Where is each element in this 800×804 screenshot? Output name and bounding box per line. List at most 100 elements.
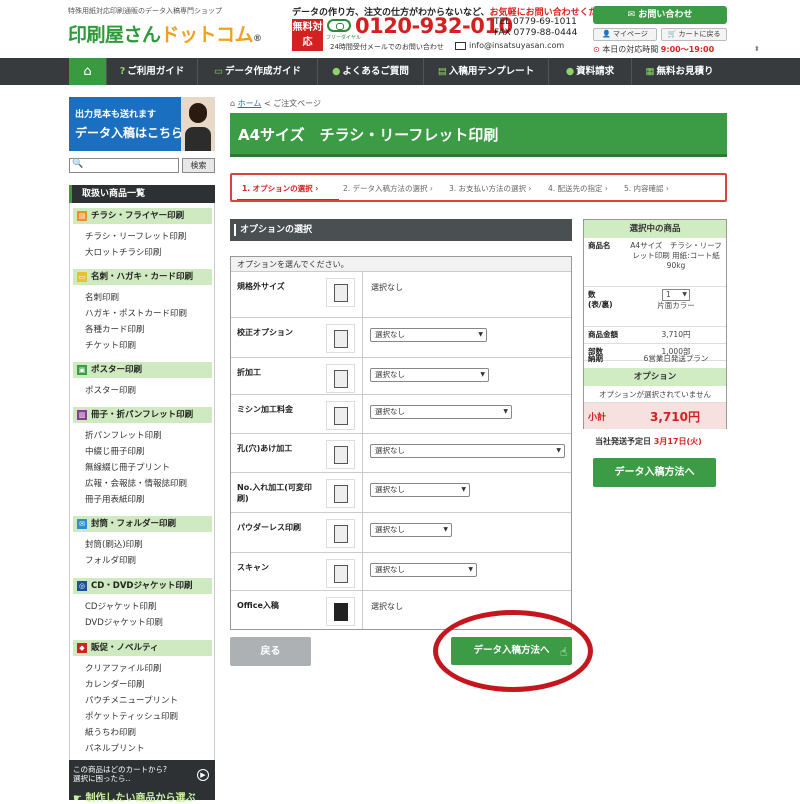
calculator-icon: ▦ xyxy=(645,66,655,77)
data-upload-banner[interactable]: 出力見本も送れます データ入稿はこちら xyxy=(69,97,215,151)
proof-icon xyxy=(326,324,355,353)
contact-email[interactable]: info@insatsuyasan.com xyxy=(469,41,564,50)
nav-faq[interactable]: ● よくあるご質問 xyxy=(317,58,423,85)
sidebar-item-cd-jacket[interactable]: CDジャケット印刷 xyxy=(76,600,157,612)
step-5: 5. 内容確認 › xyxy=(624,184,669,193)
back-button[interactable]: 戻る xyxy=(230,637,311,666)
hole-punch-select[interactable]: 選択なし xyxy=(370,444,565,458)
powderless-icon xyxy=(326,519,355,548)
reception-note: 24時間受付メールでのお問い合わせ xyxy=(330,43,444,51)
sidebar-item-folder[interactable]: フォルダ印刷 xyxy=(76,554,136,566)
scroll-toggle-icon[interactable]: ⬍ xyxy=(754,45,760,53)
sidebar-item-saddle-stitch[interactable]: 中綴じ冊子印刷 xyxy=(76,445,145,457)
sidebar-item-uchiwa[interactable]: 紙うちわ印刷 xyxy=(76,726,136,738)
bag-icon: ● xyxy=(565,66,575,77)
sidebar-item-poster[interactable]: ポスター印刷 xyxy=(76,384,136,396)
sidebar-item-panel[interactable]: パネルプリント xyxy=(76,742,145,754)
option-row: 規格外サイズ 選択なし xyxy=(231,272,571,318)
sidebar-item-cover[interactable]: 冊子用表紙印刷 xyxy=(76,493,145,505)
question-icon: ? xyxy=(119,66,126,77)
sidebar-item-calendar[interactable]: カレンダー印刷 xyxy=(76,678,145,690)
category-envelope[interactable]: ✉ 封筒・フォルダー印刷 xyxy=(73,516,212,532)
product-finder-banner[interactable]: この商品はどのカートから? 選択に困ったら‥ ▶ ☛ 制作したい商品から選ぶ xyxy=(69,760,215,804)
search-button[interactable]: 検索 xyxy=(182,158,215,173)
category-cd-dvd[interactable]: ◎ CD・DVDジャケット印刷 xyxy=(73,578,212,594)
sidebar-item-business-card[interactable]: 名刺印刷 xyxy=(76,291,119,303)
sidebar-item-pouch-menu[interactable]: パウチメニュープリント xyxy=(76,694,178,706)
category-poster[interactable]: ▣ ポスター印刷 xyxy=(73,362,212,378)
fold-icon xyxy=(326,364,355,393)
sidebar-item-large-flyer[interactable]: 大ロットチラシ印刷 xyxy=(76,246,161,258)
nonstandard-size-icon xyxy=(326,278,355,307)
summary-row-delivery: 納期 6営業日発送プラン xyxy=(588,354,709,363)
mypage-button[interactable]: 👤 マイページ xyxy=(593,28,657,41)
contact-button[interactable]: ✉ お問い合わせ xyxy=(593,6,727,24)
summary-row-price: 商品金額 3,710円 xyxy=(584,327,726,344)
nonstandard-size-value: 選択なし xyxy=(371,283,403,292)
sidebar-item-ticket[interactable]: チケット印刷 xyxy=(76,339,136,351)
sidebar-item-dvd-jacket[interactable]: DVDジャケット印刷 xyxy=(76,616,163,628)
scan-select[interactable]: 選択なし xyxy=(370,563,477,577)
sidebar-item-envelope[interactable]: 封筒(刷込)印刷 xyxy=(76,538,143,550)
card-icon: ▭ xyxy=(77,272,87,282)
category-booklet[interactable]: ▥ 冊子・折パンフレット印刷 xyxy=(73,407,212,423)
search-input[interactable] xyxy=(69,158,179,173)
hole-punch-icon xyxy=(326,440,355,469)
summary-option-value: オプションが選択されていません xyxy=(584,386,726,403)
option-row: 校正オプション 選択なし xyxy=(231,318,571,358)
chat-icon: ● xyxy=(332,66,341,77)
option-row: ミシン加工料金 選択なし xyxy=(231,395,571,434)
category-card[interactable]: ▭ 名刺・ハガキ・カード印刷 xyxy=(73,269,212,285)
home-small-icon: ⌂ xyxy=(230,99,236,108)
nav-brochure[interactable]: ● 資料請求 xyxy=(548,58,631,85)
category-novelty[interactable]: ◆ 販促・ノベルティ xyxy=(73,640,212,656)
sidebar-item-clearfile[interactable]: クリアファイル印刷 xyxy=(76,662,162,674)
option-row: パウダーレス印刷 選択なし xyxy=(231,513,571,553)
nav-home-button[interactable]: ⌂ xyxy=(69,58,106,85)
nav-estimate[interactable]: ▦ 無料お見積り xyxy=(631,58,727,85)
perforation-icon xyxy=(326,401,355,430)
search-icon: 🔍 xyxy=(72,159,84,169)
sidebar-item-perfect-bind[interactable]: 無線綴じ冊子プリント xyxy=(76,461,170,473)
fold-select[interactable]: 選択なし xyxy=(370,368,489,382)
perforation-select[interactable]: 選択なし xyxy=(370,405,512,419)
sidebar-item-postcard[interactable]: ハガキ・ポストカード印刷 xyxy=(76,307,187,319)
quantity-select[interactable]: 1 ▼ xyxy=(662,289,690,301)
option-row: 孔(穴)あけ加工 選択なし xyxy=(231,434,571,473)
cart-button[interactable]: 🛒 カートに戻る xyxy=(661,28,727,41)
category-flyer[interactable]: ▤ チラシ・フライヤー印刷 xyxy=(73,208,212,224)
business-hours: ⊙ 本日の対応時間 9:00～19:00 xyxy=(593,45,715,54)
page-title: A4サイズ チラシ・リーフレット印刷 xyxy=(230,113,727,157)
booklet-icon: ▥ xyxy=(77,410,87,420)
phone-number[interactable]: 0120-932-010 xyxy=(355,14,513,38)
disc-icon: ◎ xyxy=(77,581,87,591)
numbering-select[interactable]: 選択なし xyxy=(370,483,470,497)
nav-guide[interactable]: ? ご利用ガイド xyxy=(106,58,197,85)
sidebar-item-tissue[interactable]: ポケットティッシュ印刷 xyxy=(76,710,178,722)
order-steps: 1. オプションの選択 › 2. データ入稿方法の選択 › 3. お支払い方法の… xyxy=(230,173,727,202)
office-upload-value: 選択なし xyxy=(371,602,403,611)
step-3: 3. お支払い方法の選択 › xyxy=(449,184,532,193)
summary-next-button[interactable]: データ入稿方法へ xyxy=(593,458,716,487)
highlight-circle xyxy=(433,610,593,692)
document-icon: ▤ xyxy=(437,66,447,77)
breadcrumb: ⌂ ホーム < ご注文ページ xyxy=(230,99,322,108)
site-logo[interactable]: 印刷屋さんドットコム® xyxy=(68,20,262,47)
pointer-hand-icon: ☛ xyxy=(73,793,82,804)
summary-row-product: 商品名 A4サイズ チラシ・リーフレット印刷 用紙:コート紙90kg xyxy=(584,238,726,287)
sidebar-item-card[interactable]: 各種カード印刷 xyxy=(76,323,145,335)
powderless-select[interactable]: 選択なし xyxy=(370,523,452,537)
nav-template[interactable]: ▤ 入稿用テンプレート xyxy=(423,58,548,85)
active-step-underline xyxy=(237,199,339,200)
step-2: 2. データ入稿方法の選択 › xyxy=(343,184,433,193)
sidebar-item-newsletter[interactable]: 広報・会報誌・情報誌印刷 xyxy=(76,477,187,489)
sidebar-item-flyer[interactable]: チラシ・リーフレット印刷 xyxy=(76,230,186,242)
summary-title: 選択中の商品 xyxy=(584,220,726,238)
nav-data-guide[interactable]: ▭ データ作成ガイド xyxy=(197,58,317,85)
proof-option-select[interactable]: 選択なし xyxy=(370,328,487,342)
site-header: 特殊用紙対応印刷通販のデータ入稿専門ショップ 印刷屋さんドットコム® データの作… xyxy=(0,0,800,58)
arrow-right-icon: ▶ xyxy=(197,769,209,781)
sidebar-item-pamphlet[interactable]: 折パンフレット印刷 xyxy=(76,429,162,441)
tel-fax: TEL 0779-69-1011 FAX 0779-88-0444 xyxy=(494,17,578,38)
option-row: スキャン 選択なし xyxy=(231,553,571,591)
